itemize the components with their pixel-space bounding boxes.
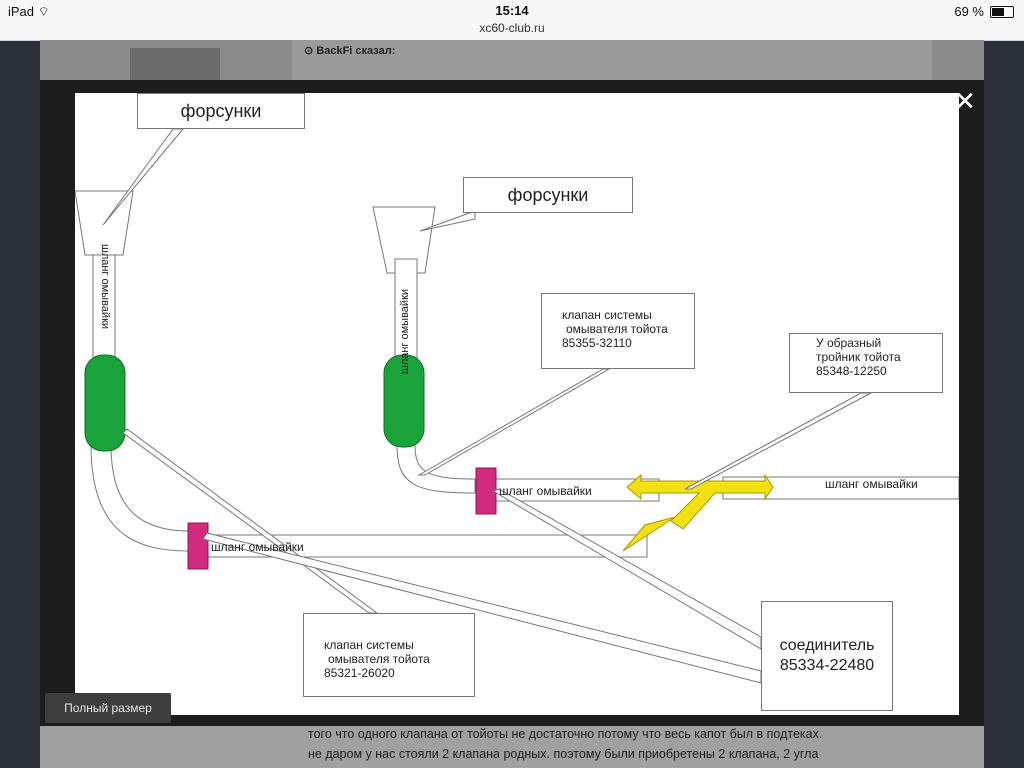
post-body: того что одного клапана от тойоты не дос… (308, 724, 968, 764)
post-body-line: не даром у нас стояли 2 клапана родных. … (308, 747, 819, 761)
status-bar: iPad ⌔ 15:14 xc60-club.ru 69 % (0, 0, 1024, 41)
hose-label: шланг омывайки (99, 244, 111, 330)
tee-pointer (684, 392, 872, 490)
bottom-valve-pointer (122, 428, 379, 614)
bottom-valve-callout: клапан системы омывателя тойота 85321-26… (303, 613, 475, 697)
injectors-label-left: форсунки (137, 93, 305, 129)
top-valve-callout: клапан системы омывателя тойота 85355-32… (541, 293, 695, 369)
left-curved-hose (90, 444, 190, 552)
hose-label: шланг омывайки (825, 477, 918, 491)
connector-pointer-1 (491, 488, 762, 650)
y-tee-branch (622, 516, 676, 552)
hose-label: шланг омывайки (211, 540, 304, 554)
diagram-image: форсунки форсунки шланг омывайки шланг о… (75, 93, 959, 715)
lower-connector (187, 522, 209, 570)
battery-icon (990, 5, 1014, 18)
connector-callout: соединитель 85334-22480 (761, 601, 893, 711)
quote-author: ⊙ BackFi сказал: (304, 45, 396, 57)
address-bar[interactable]: xc60-club.ru (0, 21, 1024, 35)
left-valve (84, 354, 126, 452)
battery-indicator: 69 % (954, 4, 1014, 19)
top-valve-pointer (417, 368, 611, 476)
left-injector-pointer (102, 128, 185, 226)
avatar (130, 48, 220, 82)
full-size-button[interactable]: Полный размер (45, 693, 171, 723)
hose-label: шланг омывайки (399, 288, 411, 374)
clock: 15:14 (495, 3, 529, 18)
battery-fill (992, 7, 1004, 16)
hose-label: шланг омывайки (499, 484, 592, 498)
post-body-line: того что одного клапана от тойоты не дос… (308, 727, 823, 741)
tee-callout: У образный тройник тойота 85348-12250 (789, 333, 943, 393)
injectors-label-right: форсунки (463, 177, 633, 213)
